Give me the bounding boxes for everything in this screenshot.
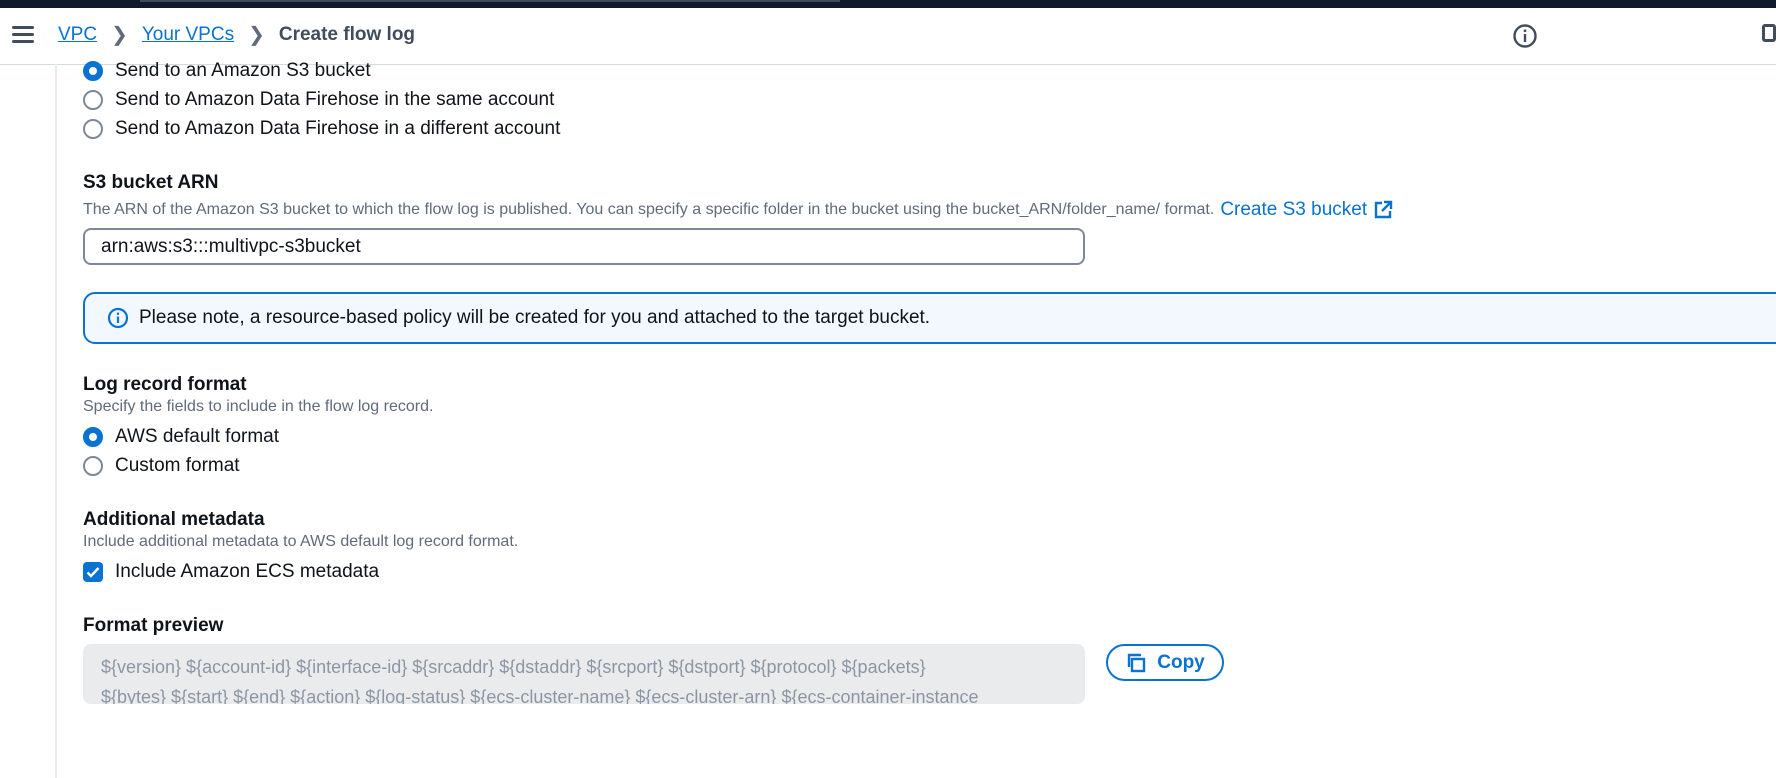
ecs-metadata-label: Include Amazon ECS metadata [115,561,380,582]
s3-bucket-arn-description-text: The ARN of the Amazon S3 bucket to which… [83,201,1215,218]
checkbox-checked[interactable] [83,562,103,582]
create-s3-bucket-link-text[interactable]: Create S3 bucket [1220,199,1367,221]
external-link-icon [1374,200,1393,219]
copy-button-label: Copy [1157,651,1205,673]
top-navigation-strip [0,0,1776,8]
create-s3-bucket-link[interactable]: Create S3 bucket [1220,199,1393,221]
additional-metadata-description: Include additional metadata to AWS defau… [83,533,519,550]
alert-text: Please note, a resource-based policy wil… [139,307,931,328]
format-preview-line: ${bytes} ${start} ${end} ${action} ${log… [101,687,979,704]
radio-button[interactable] [83,90,103,110]
destination-option-firehose-different[interactable]: Send to Amazon Data Firehose in a differ… [83,118,560,140]
breadcrumb-header: VPC ❯ Your VPCs ❯ Create flow log [0,8,1776,65]
log-format-option-label: AWS default format [115,426,280,447]
radio-button[interactable] [83,119,103,139]
additional-metadata-label: Additional metadata [83,509,265,530]
panel-toggle-icon[interactable] [1762,24,1776,46]
checkmark-icon [86,567,100,578]
radio-button-checked[interactable] [83,61,103,81]
radio-button[interactable] [83,456,103,476]
copy-button[interactable]: Copy [1106,644,1224,681]
ecs-metadata-option[interactable]: Include Amazon ECS metadata [83,561,379,583]
chevron-right-icon: ❯ [111,24,128,46]
destination-option-label: Send to Amazon Data Firehose in the same… [115,89,555,110]
breadcrumb-vpc-link[interactable]: VPC [58,24,97,46]
breadcrumb: VPC ❯ Your VPCs ❯ Create flow log [58,24,415,46]
info-icon[interactable] [1512,23,1538,49]
destination-option-label: Send to Amazon Data Firehose in a differ… [115,118,561,139]
menu-icon[interactable] [12,26,34,46]
info-alert: Please note, a resource-based policy wil… [83,292,1776,344]
radio-button-checked[interactable] [83,427,103,447]
breadcrumb-current: Create flow log [278,24,416,45]
top-strip-tab [140,0,840,2]
s3-bucket-arn-label: S3 bucket ARN [83,172,219,193]
log-format-option-custom[interactable]: Custom format [83,455,240,477]
log-record-format-label: Log record format [83,374,247,395]
format-preview-label: Format preview [83,615,224,636]
log-record-format-description: Specify the fields to include in the flo… [83,398,434,415]
copy-icon [1128,653,1146,672]
s3-bucket-arn-value: arn:aws:s3:::multivpc-s3bucket [101,235,361,257]
destination-option-label: Send to an Amazon S3 bucket [115,60,371,81]
s3-bucket-arn-description: The ARN of the Amazon S3 bucket to which… [83,199,1393,221]
breadcrumb-your-vpcs-link[interactable]: Your VPCs [142,24,234,46]
log-format-option-default[interactable]: AWS default format [83,426,279,448]
format-preview-textarea[interactable]: ${version} ${account-id} ${interface-id}… [83,644,1085,704]
content-divider [55,64,57,778]
info-icon [107,307,129,329]
format-preview-line: ${version} ${account-id} ${interface-id}… [101,657,926,677]
destination-option-firehose-same[interactable]: Send to Amazon Data Firehose in the same… [83,89,554,111]
log-format-option-label: Custom format [115,455,240,476]
s3-bucket-arn-input[interactable]: arn:aws:s3:::multivpc-s3bucket [83,228,1085,265]
chevron-right-icon: ❯ [248,24,265,46]
destination-option-s3[interactable]: Send to an Amazon S3 bucket [83,60,371,82]
